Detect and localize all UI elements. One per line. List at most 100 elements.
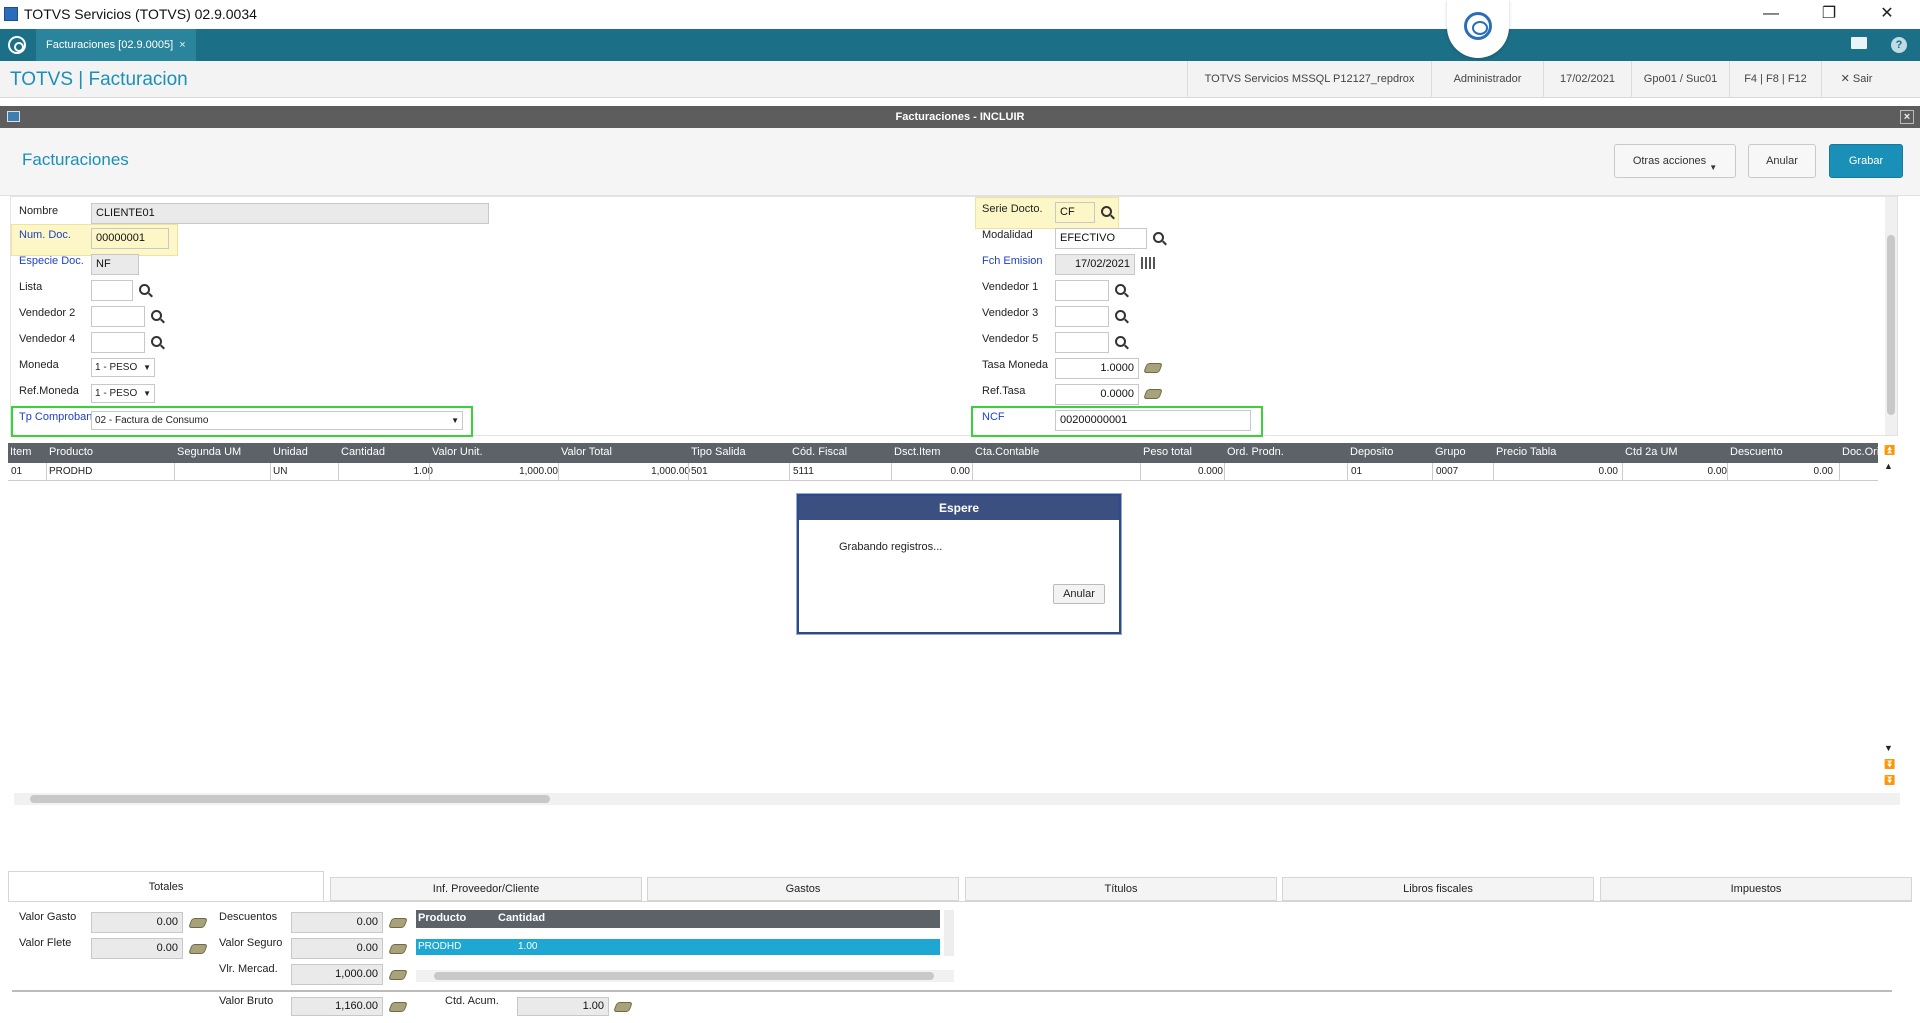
- col-header[interactable]: Ord. Prodn.: [1227, 446, 1337, 458]
- cell[interactable]: 0.00: [1733, 466, 1833, 477]
- vendedor4-field[interactable]: [91, 332, 145, 353]
- col-header[interactable]: Cta.Contable: [975, 446, 1135, 458]
- search-icon[interactable]: [1153, 232, 1164, 243]
- scroll-page-down-icon[interactable]: ⏬: [1884, 759, 1895, 770]
- cell[interactable]: PRODHD: [418, 941, 461, 952]
- tab-facturaciones[interactable]: Facturaciones [02.9.0005] ×: [36, 29, 196, 61]
- scroll-thumb[interactable]: [434, 972, 934, 980]
- search-icon[interactable]: [1115, 336, 1126, 347]
- valor-seguro-field[interactable]: 0.00: [291, 938, 383, 959]
- col-header[interactable]: Deposito: [1350, 446, 1430, 458]
- wait-cancel-button[interactable]: Anular: [1053, 584, 1105, 604]
- col-header[interactable]: Valor Total: [561, 446, 661, 458]
- scroll-top-icon[interactable]: ⏫: [1884, 445, 1895, 456]
- tab-impuestos[interactable]: Impuestos: [1600, 877, 1912, 901]
- money-icon[interactable]: [388, 944, 408, 954]
- valor-gasto-field[interactable]: 0.00: [91, 912, 183, 933]
- search-icon[interactable]: [1115, 310, 1126, 321]
- table-row[interactable]: 01 PRODHD UN 1.00 1,000.00 1,000.00 501 …: [8, 463, 1878, 481]
- money-icon[interactable]: [388, 918, 408, 928]
- save-button[interactable]: Grabar: [1829, 144, 1903, 178]
- cell[interactable]: 01: [11, 466, 22, 477]
- fields-scrollbar[interactable]: [1885, 197, 1897, 435]
- col-header[interactable]: Unidad: [273, 446, 323, 458]
- col-header[interactable]: Dsct.Item: [894, 446, 964, 458]
- money-icon[interactable]: [388, 1002, 408, 1012]
- money-icon[interactable]: [188, 944, 208, 954]
- ctd-acum-field[interactable]: 1.00: [517, 997, 609, 1016]
- cell[interactable]: UN: [273, 466, 287, 477]
- search-icon[interactable]: [139, 284, 150, 295]
- col-header[interactable]: Descuento: [1730, 446, 1830, 458]
- col-header[interactable]: Cantidad: [498, 912, 545, 924]
- mini-grid-scrollbar[interactable]: [944, 910, 954, 956]
- modalidad-field[interactable]: EFECTIVO: [1055, 228, 1147, 249]
- valor-flete-field[interactable]: 0.00: [91, 938, 183, 959]
- calendar-icon[interactable]: [1141, 257, 1155, 269]
- moneda-select[interactable]: 1 - PESO: [91, 358, 155, 377]
- tab-totales[interactable]: Totales: [8, 871, 324, 901]
- tab-libros-fiscales[interactable]: Libros fiscales: [1282, 877, 1594, 901]
- cell[interactable]: 0007: [1436, 466, 1458, 477]
- close-window-button[interactable]: ✕: [1864, 0, 1910, 29]
- descuentos-field[interactable]: 0.00: [291, 912, 383, 933]
- mail-icon[interactable]: [1851, 37, 1867, 49]
- scroll-bottom-icon[interactable]: ⏬: [1884, 775, 1895, 786]
- col-header[interactable]: Grupo: [1435, 446, 1485, 458]
- ref-moneda-select[interactable]: 1 - PESO: [91, 384, 155, 403]
- search-icon[interactable]: [1115, 284, 1126, 295]
- col-header[interactable]: Producto: [418, 912, 466, 924]
- cell[interactable]: 1,000.00: [568, 466, 690, 477]
- scroll-down-icon[interactable]: ▼: [1884, 743, 1893, 753]
- cell[interactable]: 0.00: [1498, 466, 1618, 477]
- col-header[interactable]: Ctd 2a UM: [1625, 446, 1715, 458]
- cell[interactable]: PRODHD: [49, 466, 92, 477]
- money-icon[interactable]: [1143, 389, 1163, 399]
- valor-bruto-field[interactable]: 1,160.00: [291, 997, 383, 1016]
- col-header[interactable]: Valor Unit.: [432, 446, 532, 458]
- ncf-field[interactable]: 00200000001: [1055, 410, 1251, 431]
- help-icon[interactable]: ?: [1891, 37, 1907, 53]
- tp-comprob-select[interactable]: 02 - Factura de Consumo: [91, 411, 463, 430]
- cell[interactable]: 1.00: [338, 466, 433, 477]
- product-summary-grid[interactable]: Producto Cantidad PRODHD 1.00: [416, 910, 954, 982]
- especie-doc-field[interactable]: NF: [91, 254, 139, 275]
- cell[interactable]: 501: [691, 466, 708, 477]
- vendedor2-field[interactable]: [91, 306, 145, 327]
- grid-horizontal-scrollbar[interactable]: [14, 793, 1900, 805]
- scroll-thumb[interactable]: [1887, 235, 1895, 415]
- scroll-thumb[interactable]: [30, 795, 550, 803]
- cell[interactable]: 0.00: [894, 466, 970, 477]
- tab-gastos[interactable]: Gastos: [647, 877, 959, 901]
- table-row[interactable]: PRODHD 1.00: [416, 939, 940, 955]
- totvs-logo-icon[interactable]: [8, 36, 26, 54]
- col-header[interactable]: Cód. Fiscal: [792, 446, 882, 458]
- col-header[interactable]: Producto: [49, 446, 149, 458]
- minimize-button[interactable]: —: [1748, 0, 1794, 29]
- col-header[interactable]: Doc.Origi: [1842, 446, 1878, 458]
- vendedor5-field[interactable]: [1055, 332, 1109, 353]
- money-icon[interactable]: [188, 918, 208, 928]
- cell[interactable]: 0.000: [1138, 466, 1223, 477]
- col-header[interactable]: Tipo Salida: [691, 446, 781, 458]
- money-icon[interactable]: [1143, 363, 1163, 373]
- scroll-up-icon[interactable]: ▲: [1884, 461, 1893, 471]
- exit-button[interactable]: ✕ Sair: [1821, 61, 1891, 98]
- mini-grid-horizontal-scrollbar[interactable]: [416, 970, 954, 982]
- cell[interactable]: 1.00: [518, 941, 537, 952]
- search-icon[interactable]: [151, 336, 162, 347]
- grid-scroll-buttons[interactable]: ⏫ ▲ ▼ ⏬ ⏬: [1884, 443, 1896, 789]
- col-header[interactable]: Segunda UM: [177, 446, 247, 458]
- col-header[interactable]: Precio Tabla: [1496, 446, 1616, 458]
- money-icon[interactable]: [388, 970, 408, 980]
- dialog-close-button[interactable]: ×: [1900, 110, 1914, 124]
- nombre-field[interactable]: CLIENTE01: [91, 203, 489, 224]
- search-icon[interactable]: [1101, 206, 1112, 217]
- cancel-button[interactable]: Anular: [1748, 144, 1816, 178]
- search-icon[interactable]: [151, 310, 162, 321]
- cell[interactable]: 01: [1351, 466, 1362, 477]
- tasa-moneda-field[interactable]: 1.0000: [1055, 358, 1139, 379]
- restore-button[interactable]: ❐: [1806, 0, 1852, 29]
- other-actions-button[interactable]: Otras acciones ▼: [1614, 144, 1736, 178]
- lista-field[interactable]: [91, 280, 133, 301]
